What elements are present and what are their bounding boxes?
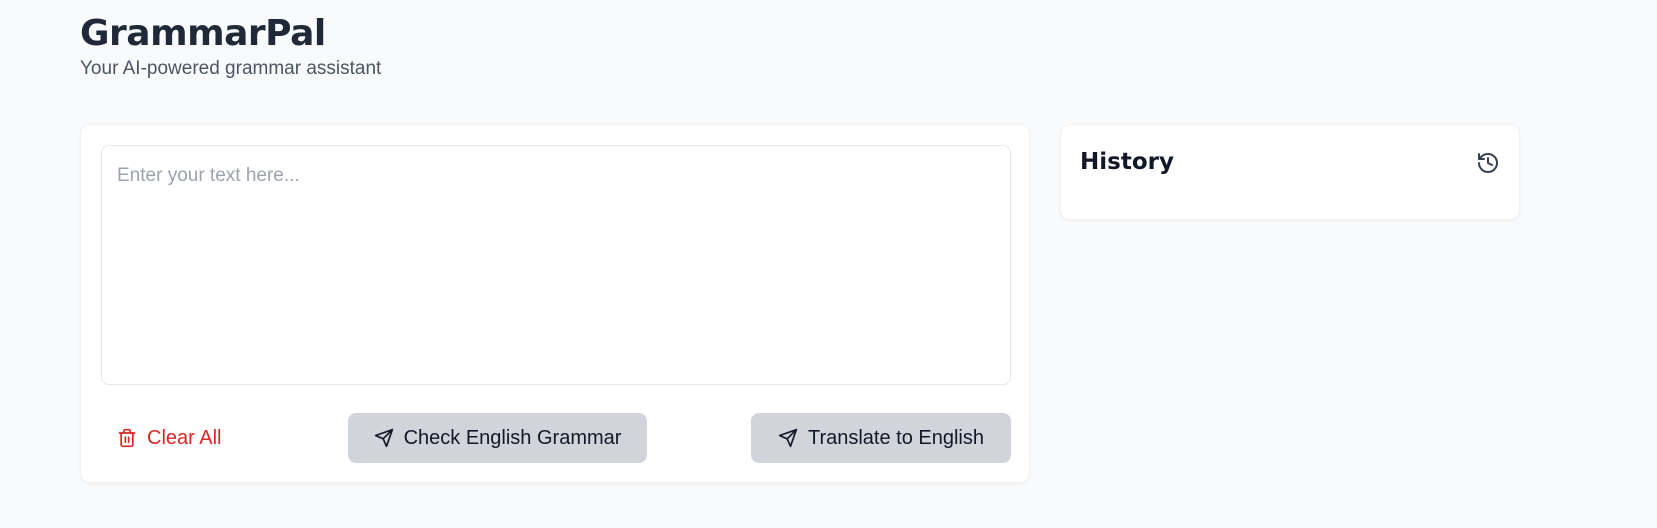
history-icon[interactable]	[1475, 150, 1501, 176]
clear-all-label: Clear All	[147, 426, 222, 449]
send-icon	[374, 428, 394, 448]
send-icon	[778, 428, 798, 448]
translate-label: Translate to English	[807, 426, 984, 449]
history-panel: History	[1060, 124, 1520, 220]
clear-all-button[interactable]: Clear All	[117, 413, 221, 463]
editor-card: Clear All Check English Grammar Translat…	[80, 124, 1030, 483]
text-input[interactable]	[101, 145, 1011, 385]
app-header: GrammarPal Your AI-powered grammar assis…	[80, 12, 381, 80]
app-subtitle: Your AI-powered grammar assistant	[80, 58, 382, 79]
app-title: GrammarPal	[80, 13, 326, 54]
history-title: History	[1080, 149, 1174, 175]
check-grammar-button[interactable]: Check English Grammar	[348, 413, 647, 463]
trash-icon	[117, 427, 137, 449]
translate-button[interactable]: Translate to English	[751, 413, 1011, 463]
check-grammar-label: Check English Grammar	[403, 426, 622, 449]
